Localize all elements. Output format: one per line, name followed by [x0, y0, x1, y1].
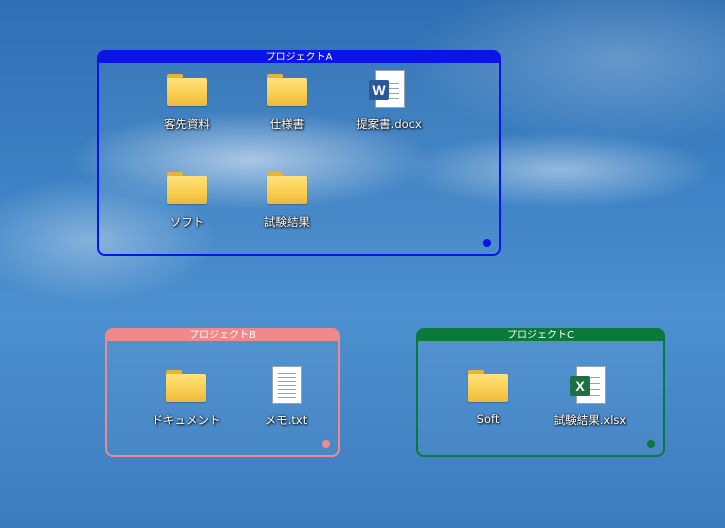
desktop-icon-label: 試験結果.xlsx [553, 413, 627, 427]
desktop-icon-label: ドキュメント [151, 413, 221, 427]
desktop-icon-teiansho-docx[interactable]: W 提案書.docx [347, 68, 431, 132]
fence-project-a[interactable]: プロジェクトA 客先資料 仕様書 W 提案書.docx ソフト 試験結果 [97, 50, 501, 256]
desktop-icon-shiyousho[interactable]: 仕様書 [245, 68, 329, 132]
excel-document-icon: X [568, 364, 612, 408]
desktop-icon-document-folder[interactable]: ドキュメント [144, 364, 228, 428]
desktop-icon-label: 仕様書 [269, 117, 305, 131]
word-document-icon: W [367, 68, 411, 112]
fence-project-c[interactable]: プロジェクトC Soft X 試験結果.xlsx [416, 328, 665, 457]
folder-icon [165, 68, 209, 112]
text-document-icon [264, 364, 308, 408]
folder-icon [466, 364, 510, 408]
desktop-icon-label: Soft [476, 412, 500, 426]
excel-badge-icon: X [570, 376, 590, 396]
desktop-icon-label: 試験結果 [264, 215, 310, 229]
folder-icon [164, 364, 208, 408]
desktop-icon-memo-txt[interactable]: メモ.txt [244, 364, 328, 428]
desktop-icon-label: 提案書.docx [356, 117, 422, 131]
desktop-icon-label: 客先資料 [164, 117, 210, 131]
fence-project-c-title[interactable]: プロジェクトC [418, 330, 663, 341]
fence-project-a-handle[interactable] [483, 239, 491, 247]
desktop-icon-label: メモ.txt [264, 413, 308, 427]
word-badge-icon: W [369, 80, 389, 100]
fence-project-b-title[interactable]: プロジェクトB [107, 330, 338, 341]
folder-icon [265, 68, 309, 112]
fence-project-b[interactable]: プロジェクトB ドキュメント メモ.txt [105, 328, 340, 457]
fence-project-a-title[interactable]: プロジェクトA [99, 52, 499, 63]
folder-icon [165, 166, 209, 210]
desktop-icon-shiken-kekka-xlsx[interactable]: X 試験結果.xlsx [548, 364, 632, 428]
fence-project-c-handle[interactable] [647, 440, 655, 448]
desktop-icon-kyakusaki-shiryo[interactable]: 客先資料 [145, 68, 229, 132]
desktop-icon-label: ソフト [169, 215, 205, 229]
desktop-icon-shiken-kekka[interactable]: 試験結果 [245, 166, 329, 230]
fence-project-b-handle[interactable] [322, 440, 330, 448]
desktop-icon-soft[interactable]: ソフト [145, 166, 229, 230]
desktop-icon-soft-folder[interactable]: Soft [446, 364, 530, 426]
folder-icon [265, 166, 309, 210]
